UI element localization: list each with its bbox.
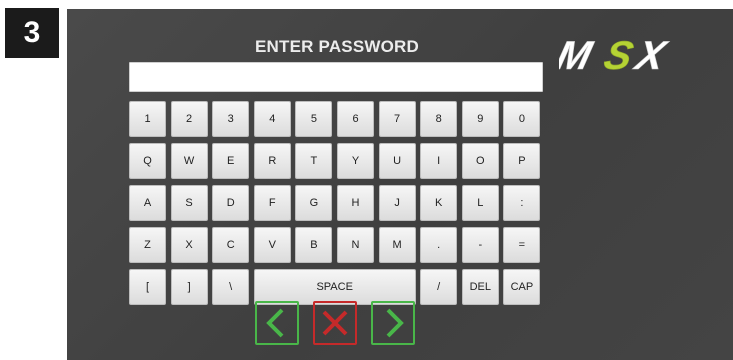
key-8[interactable]: 8 [420,101,458,137]
key-c[interactable]: C [212,227,250,263]
key-x[interactable]: X [170,227,208,263]
key-space[interactable]: SPACE [253,269,416,305]
key-i[interactable]: I [420,143,458,179]
key-z[interactable]: Z [129,227,166,263]
key-m[interactable]: M [378,227,416,263]
key-v[interactable]: V [253,227,291,263]
msx-logo: M S X [559,33,673,77]
key-b[interactable]: B [295,227,333,263]
key-4[interactable]: 4 [253,101,291,137]
key-a[interactable]: A [129,185,166,221]
key-t[interactable]: T [295,143,333,179]
key-symbol[interactable]: \ [212,269,250,305]
key-h[interactable]: H [337,185,374,221]
key-symbol[interactable]: ] [170,269,208,305]
chevron-left-icon [266,308,284,338]
key-y[interactable]: Y [337,143,374,179]
key-k[interactable]: K [420,185,458,221]
key-s[interactable]: S [170,185,208,221]
key-e[interactable]: E [212,143,250,179]
back-button[interactable] [255,301,299,345]
key-6[interactable]: 6 [337,101,374,137]
key-delete[interactable]: DEL [461,269,499,305]
keyboard-row: 1234567890 [129,101,545,141]
key-n[interactable]: N [337,227,374,263]
key-caps[interactable]: CAP [503,269,541,305]
next-button[interactable] [371,301,415,345]
keyboard-row: Z X C V B N M. - = [129,227,545,267]
key-symbol[interactable]: = [503,227,541,263]
key-w[interactable]: W [170,143,208,179]
key-u[interactable]: U [378,143,416,179]
key-symbol[interactable]: / [420,269,458,305]
key-3[interactable]: 3 [212,101,250,137]
key-symbol[interactable]: [ [129,269,166,305]
key-0[interactable]: 0 [503,101,541,137]
key-symbol[interactable]: : [503,185,541,221]
password-screen: ENTER PASSWORD M S X 1234567890QWERTYUIO… [67,9,733,360]
chevron-right-icon [386,308,404,338]
keyboard-row: QWERTYUIOP [129,143,545,183]
password-input[interactable] [129,62,543,92]
step-badge: 3 [5,8,59,58]
key-2[interactable]: 2 [170,101,208,137]
key-f[interactable]: F [253,185,291,221]
key-symbol[interactable]: - [461,227,499,263]
cancel-button[interactable] [313,301,357,345]
key-j[interactable]: J [378,185,416,221]
key-r[interactable]: R [253,143,291,179]
key-o[interactable]: O [461,143,499,179]
svg-text:X: X [630,33,673,77]
key-symbol[interactable]: . [420,227,458,263]
svg-text:M: M [559,33,598,77]
key-5[interactable]: 5 [295,101,333,137]
keyboard-row: ASDFGHJKL: [129,185,545,225]
key-1[interactable]: 1 [129,101,166,137]
key-l[interactable]: L [461,185,499,221]
page-title: ENTER PASSWORD [255,37,419,56]
key-7[interactable]: 7 [378,101,416,137]
key-d[interactable]: D [212,185,250,221]
on-screen-keyboard: 1 2 3 4 5 6 7 8 9 0 Q W E R T Y U I O P A S D F G H J K L: Z X C V B N M. - =… [129,101,545,311]
key-q[interactable]: Q [129,143,166,179]
svg-text:S: S [600,33,638,77]
key-9[interactable]: 9 [461,101,499,137]
key-g[interactable]: G [295,185,333,221]
key-p[interactable]: P [503,143,541,179]
x-icon [322,310,348,336]
